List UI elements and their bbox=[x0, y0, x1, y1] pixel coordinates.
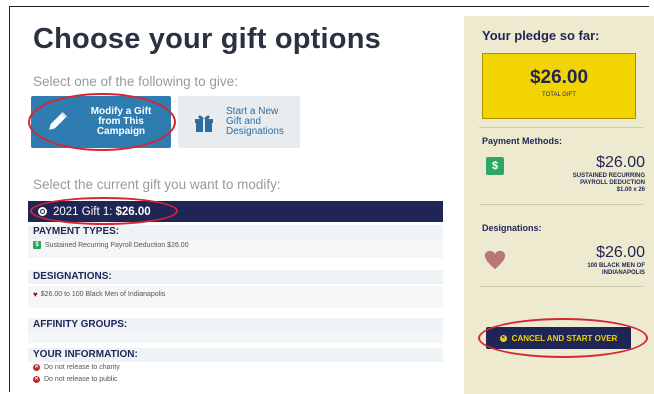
radio-selected-icon[interactable] bbox=[38, 207, 47, 216]
designation-line: ♥ $26.00 to 100 Black Men of Indianapoli… bbox=[33, 290, 165, 299]
payment-sub-1: SUSTAINED RECURRING bbox=[572, 173, 645, 179]
designation-amount: $26.00 bbox=[596, 244, 645, 261]
total-amount: $26.00 bbox=[529, 67, 589, 88]
gift-icon bbox=[188, 106, 220, 138]
your-info-heading: YOUR INFORMATION: bbox=[28, 348, 443, 362]
divider bbox=[479, 286, 643, 287]
total-gift-box: $26.00 TOTAL GIFT bbox=[482, 53, 636, 119]
heart-icon: ♥ bbox=[33, 290, 38, 299]
modify-label-3: Campaign bbox=[96, 126, 146, 137]
payment-type-line: $ Sustained Recurring Payroll Deduction … bbox=[33, 241, 189, 249]
gift-options-panel: Choose your gift options Select one of t… bbox=[28, 0, 448, 394]
total-label: TOTAL GIFT bbox=[542, 92, 576, 98]
designation-text: $26.00 to 100 Black Men of Indianapolis bbox=[40, 291, 166, 298]
payment-amount: $26.00 bbox=[596, 154, 645, 171]
gift-selector-row[interactable]: 2021 Gift 1: $26.00 bbox=[28, 201, 443, 222]
info-line-charity: ✕ Do not release to charity bbox=[33, 364, 120, 371]
gift-amount: $26.00 bbox=[115, 205, 151, 218]
page-title: Choose your gift options bbox=[33, 23, 381, 55]
modify-gift-button[interactable]: Modify a Gift from This Campaign bbox=[31, 96, 171, 148]
designations-heading: DESIGNATIONS: bbox=[28, 270, 443, 284]
info-public-text: Do not release to public bbox=[44, 376, 118, 383]
dollar-icon: $ bbox=[486, 157, 504, 175]
pencil-icon bbox=[41, 106, 73, 138]
pledge-title: Your pledge so far: bbox=[482, 28, 600, 43]
info-line-public: ✕ Do not release to public bbox=[33, 376, 118, 383]
x-circle-icon: ✕ bbox=[33, 364, 40, 371]
affinity-heading: AFFINITY GROUPS: bbox=[28, 318, 443, 332]
info-charity-text: Do not release to charity bbox=[44, 364, 120, 371]
payment-type-text: Sustained Recurring Payroll Deduction $2… bbox=[45, 241, 189, 249]
divider bbox=[479, 127, 643, 128]
heart-icon bbox=[484, 250, 506, 270]
designation-sub-1: 100 BLACK MEN OF bbox=[587, 263, 645, 269]
payment-sub-2: PAYROLL DEDUCTION bbox=[580, 180, 645, 186]
payment-types-heading: PAYMENT TYPES: bbox=[28, 225, 443, 239]
pledge-sidebar: Your pledge so far: $26.00 TOTAL GIFT Pa… bbox=[464, 16, 654, 394]
choose-label: Select one of the following to give: bbox=[33, 74, 238, 89]
divider bbox=[479, 204, 643, 205]
cancel-start-over-button[interactable]: ✕ CANCEL AND START OVER bbox=[486, 327, 631, 349]
gift-title: 2021 Gift 1: bbox=[53, 205, 113, 218]
designations-sidebar-heading: Designations: bbox=[482, 223, 542, 233]
start-new-gift-button[interactable]: Start a New Gift and Designations bbox=[178, 96, 300, 148]
x-circle-icon: ✕ bbox=[33, 376, 40, 383]
affinity-section bbox=[28, 331, 443, 343]
payment-sub-3: $1.00 x 26 bbox=[616, 187, 645, 193]
dollar-icon: $ bbox=[33, 241, 41, 249]
x-circle-icon: ✕ bbox=[499, 334, 507, 342]
cancel-label: CANCEL AND START OVER bbox=[511, 333, 618, 343]
new-gift-label-3: Designations bbox=[226, 126, 284, 137]
modify-label: Select the current gift you want to modi… bbox=[33, 177, 281, 192]
designation-sub-2: INDIANAPOLIS bbox=[601, 270, 645, 276]
payment-methods-heading: Payment Methods: bbox=[482, 136, 563, 146]
